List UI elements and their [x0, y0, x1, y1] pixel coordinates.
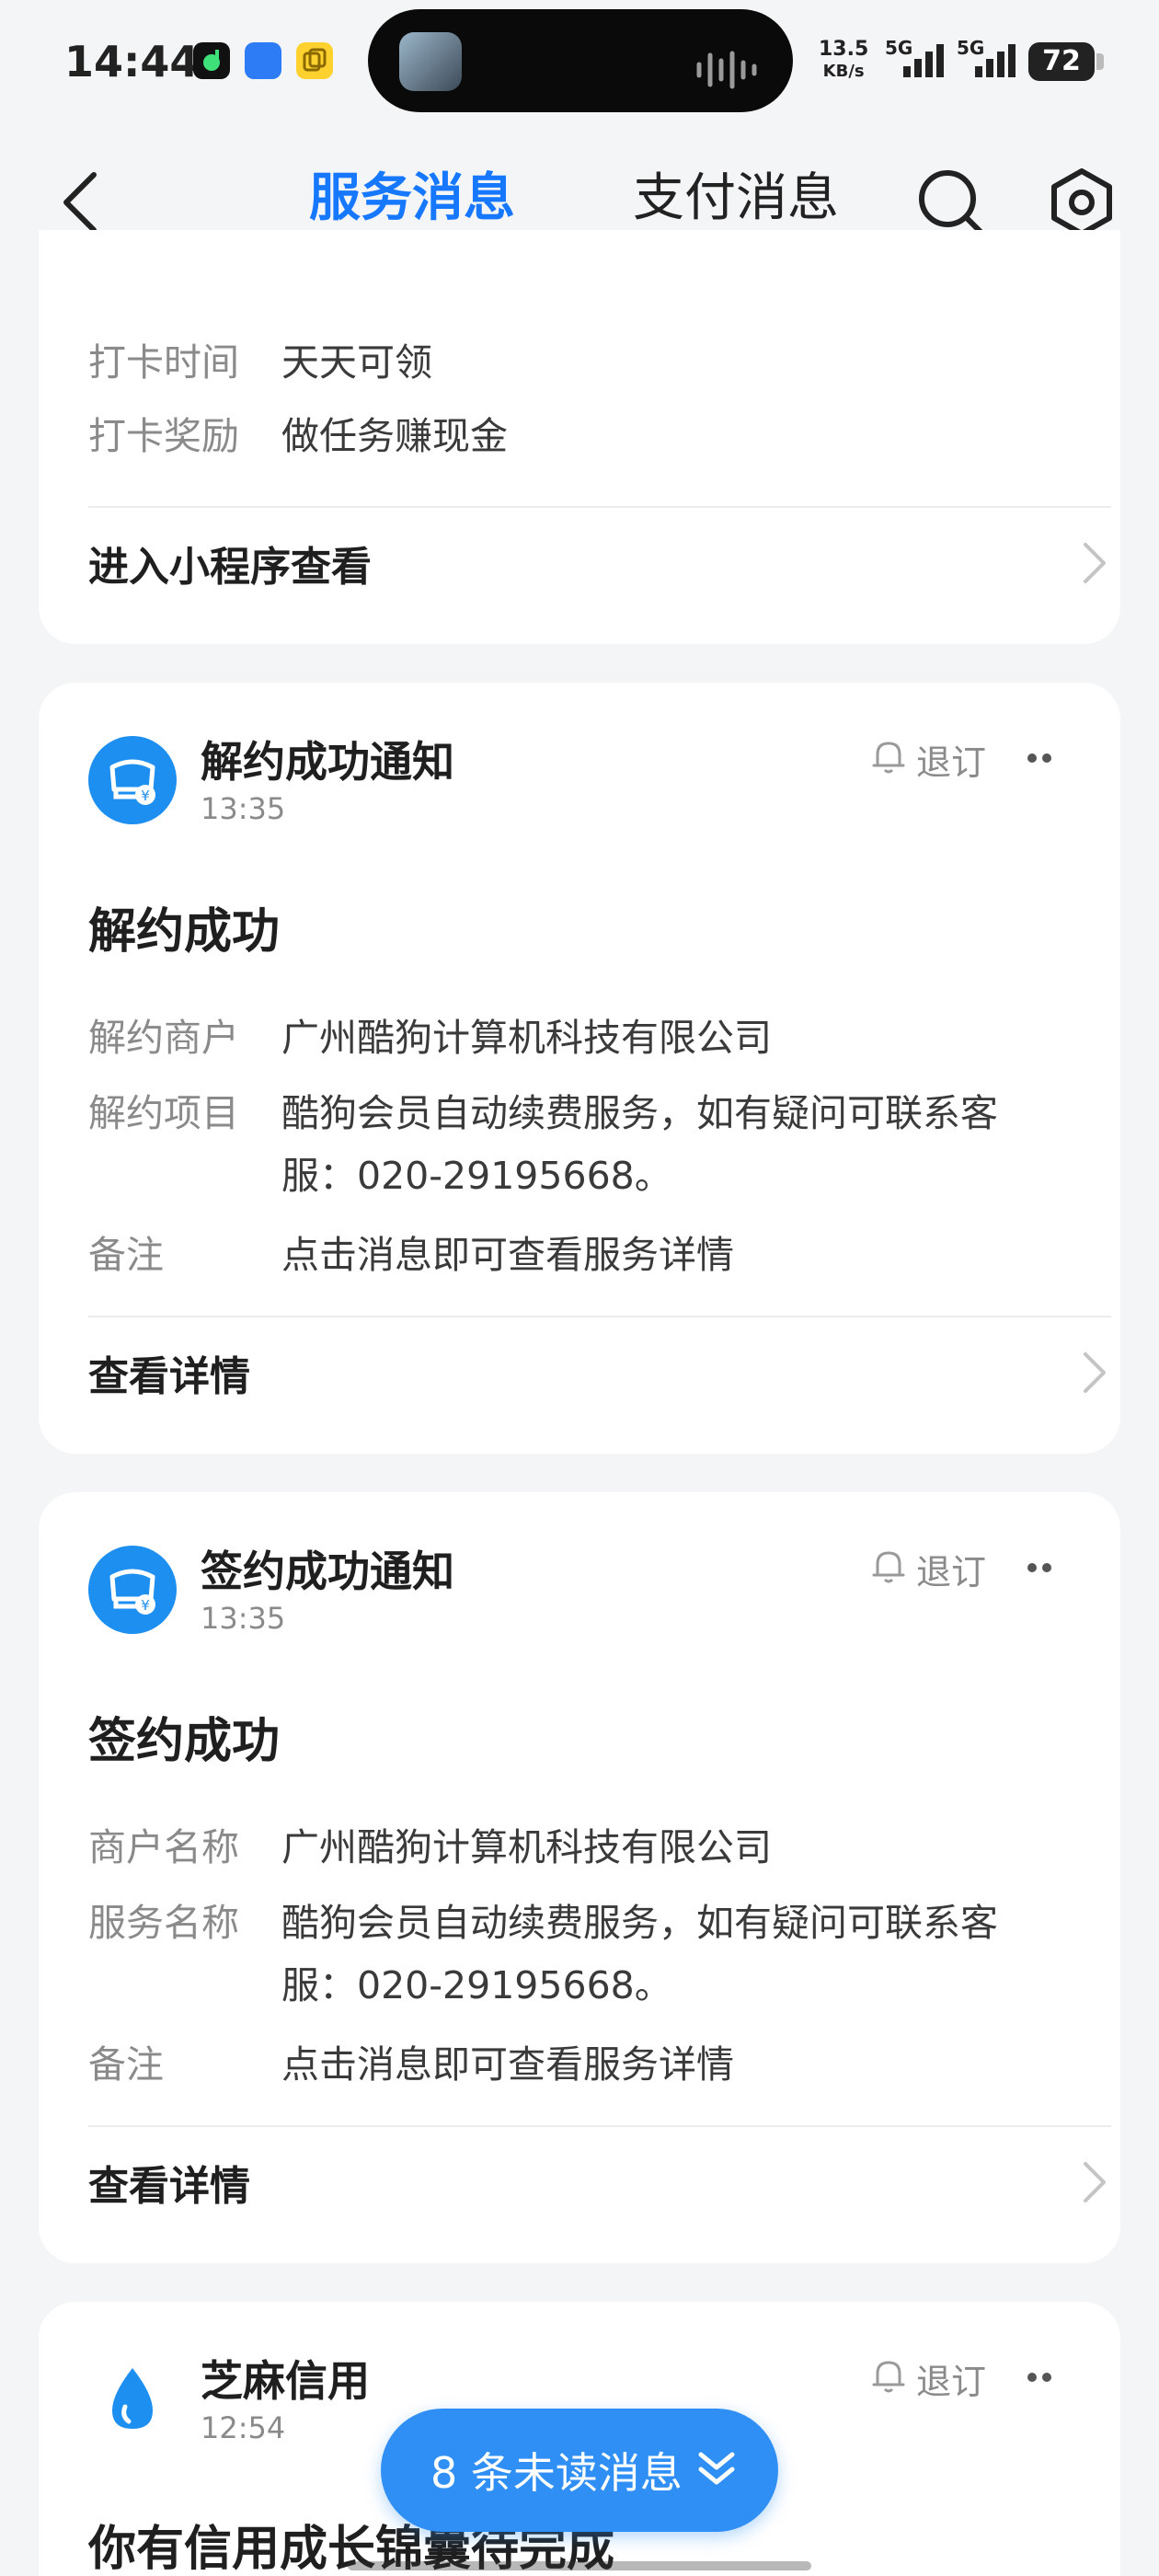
unsubscribe-label: 退订 [916, 1552, 987, 1593]
gear-icon[interactable] [1045, 166, 1119, 239]
detail-value: 酷狗会员自动续费服务，如有疑问可联系客服：020-29195668。 [281, 1091, 998, 1198]
message-time: 13:35 [201, 791, 286, 826]
unsubscribe-label: 退订 [916, 742, 987, 783]
music-app-icon [193, 42, 230, 79]
now-playing-cover [399, 32, 462, 91]
message-card-cancel[interactable]: ¥ 解约成功通知 13:35 退订 解约成功 解约商户 广州酷狗计算机科技有限公… [39, 683, 1120, 1454]
detail-value: 天天可领 [281, 340, 432, 385]
search-icon[interactable] [914, 166, 988, 239]
chevron-right-icon [1084, 543, 1106, 583]
open-miniprogram-label: 进入小程序查看 [88, 544, 372, 591]
tab-payment-messages[interactable]: 支付消息 [633, 156, 839, 231]
service-name: 签约成功通知 [201, 1547, 454, 1596]
view-details-label: 查看详情 [88, 1353, 250, 1400]
unsubscribe-label: 退订 [916, 2362, 987, 2402]
tab-service-messages[interactable]: 服务消息 [309, 156, 515, 231]
audio-wave-icon [696, 51, 757, 89]
home-indicator[interactable] [348, 2561, 811, 2570]
back-arrow-icon[interactable] [55, 166, 110, 239]
fish-recruit-app-icon [245, 42, 281, 79]
more-options-icon[interactable] [1021, 1549, 1058, 1586]
network-speed-value: 13.5 [819, 38, 869, 61]
service-name: 芝麻信用 [201, 2356, 370, 2406]
message-time: 12:54 [201, 2410, 286, 2445]
detail-label: 解约商户 [88, 1016, 239, 1060]
bell-icon [872, 742, 905, 774]
detail-value: 广州酷狗计算机科技有限公司 [281, 1016, 772, 1060]
view-details-link[interactable]: 查看详情 [88, 2127, 1111, 2237]
dynamic-island[interactable] [368, 9, 793, 112]
service-logo-icon: ¥ [88, 1546, 177, 1634]
svg-text:¥: ¥ [141, 788, 150, 804]
service-logo-icon: ¥ [88, 736, 177, 824]
detail-label: 备注 [88, 2042, 164, 2087]
message-card-checkin[interactable]: 打卡时间 天天可领 打卡奖励 做任务赚现金 进入小程序查看 [39, 230, 1120, 644]
service-name: 解约成功通知 [201, 737, 454, 787]
battery-tip [1096, 53, 1104, 70]
more-options-icon[interactable] [1021, 740, 1058, 776]
view-details-label: 查看详情 [88, 2163, 250, 2210]
detail-value: 点击消息即可查看服务详情 [281, 2042, 734, 2087]
clipboard-app-icon [296, 42, 333, 79]
detail-label: 解约项目 [88, 1091, 239, 1135]
status-time: 14:44 [64, 37, 200, 86]
detail-value: 酷狗会员自动续费服务，如有疑问可联系客服：020-29195668。 [281, 1901, 998, 2007]
svg-text:¥: ¥ [141, 1597, 150, 1614]
message-title: 解约成功 [88, 904, 281, 960]
detail-label: 商户名称 [88, 1825, 239, 1869]
network-speed: 13.5 KB/s [819, 39, 868, 83]
open-miniprogram-link[interactable]: 进入小程序查看 [88, 508, 1111, 618]
message-card-sign[interactable]: ¥ 签约成功通知 13:35 退订 签约成功 商户名称 广州酷狗计算机科技有限公… [39, 1492, 1120, 2263]
status-bar: 14:44 13.5 KB/s 5G 5G 72 [0, 0, 1159, 129]
battery-icon: 72 [1028, 42, 1095, 81]
detail-value: 广州酷狗计算机科技有限公司 [281, 1825, 772, 1869]
more-options-icon[interactable] [1021, 2359, 1058, 2396]
message-center-page: 14:44 13.5 KB/s 5G 5G 72 服务消息 支付消息 打卡时间 … [0, 0, 1159, 2576]
detail-label: 备注 [88, 1233, 164, 1277]
message-title: 签约成功 [88, 1714, 281, 1769]
network-speed-unit: KB/s [822, 62, 865, 81]
sesame-credit-logo-icon [88, 2355, 177, 2444]
chevron-right-icon [1084, 1352, 1106, 1393]
detail-value: 点击消息即可查看服务详情 [281, 1233, 734, 1277]
detail-label: 打卡奖励 [88, 414, 239, 458]
double-chevron-down-icon [698, 2452, 735, 2485]
detail-label: 打卡时间 [88, 340, 239, 385]
view-details-link[interactable]: 查看详情 [88, 1317, 1111, 1428]
chevron-right-icon [1084, 2162, 1106, 2202]
message-time: 13:35 [201, 1601, 286, 1636]
bell-icon [872, 1551, 905, 1583]
detail-value: 做任务赚现金 [281, 414, 508, 458]
signal-1-icon [903, 44, 944, 77]
unread-messages-label: 8 条未读消息 [430, 2448, 683, 2498]
signal-2-icon [975, 44, 1016, 77]
detail-label: 服务名称 [88, 1901, 239, 1945]
bell-icon [872, 2361, 905, 2393]
unread-messages-button[interactable]: 8 条未读消息 [381, 2409, 778, 2532]
